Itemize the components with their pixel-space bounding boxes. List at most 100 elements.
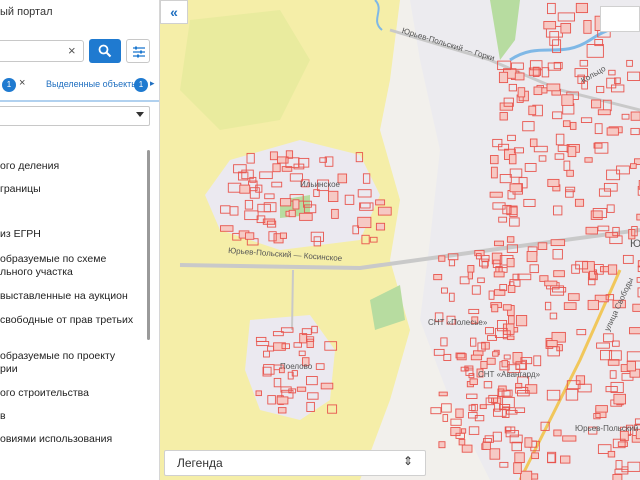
land-parcel[interactable]	[547, 178, 560, 187]
land-parcel[interactable]	[520, 470, 533, 480]
land-parcel[interactable]	[607, 450, 616, 458]
filter-settings-button[interactable]	[126, 39, 150, 63]
land-parcel[interactable]	[486, 357, 496, 365]
map-canvas[interactable]: Юрьев-Польский — Горки Юрьев-Польский — …	[160, 0, 640, 480]
land-parcel[interactable]	[574, 198, 585, 207]
tabs-next-icon[interactable]: ▸	[150, 78, 155, 89]
land-parcel[interactable]	[515, 315, 528, 327]
land-parcel[interactable]	[507, 285, 516, 293]
land-parcel[interactable]	[490, 155, 499, 165]
land-parcel[interactable]	[612, 474, 623, 480]
land-parcel[interactable]	[461, 444, 473, 453]
land-parcel[interactable]	[296, 386, 307, 392]
land-parcel[interactable]	[306, 338, 314, 348]
land-parcel[interactable]	[569, 121, 577, 130]
land-parcel[interactable]	[533, 86, 543, 96]
layer-item[interactable]: выставленные на аукцион	[0, 290, 128, 303]
land-parcel[interactable]	[507, 335, 515, 341]
land-parcel[interactable]	[560, 455, 571, 464]
land-parcel[interactable]	[606, 127, 619, 136]
land-parcel[interactable]	[458, 439, 466, 446]
land-parcel[interactable]	[630, 111, 640, 121]
land-parcel[interactable]	[560, 23, 572, 34]
land-parcel[interactable]	[514, 72, 525, 81]
search-button[interactable]	[89, 39, 121, 63]
land-parcel[interactable]	[508, 154, 517, 165]
land-parcel[interactable]	[438, 441, 446, 449]
land-parcel[interactable]	[375, 199, 386, 206]
land-parcel[interactable]	[595, 405, 608, 413]
land-parcel[interactable]	[537, 242, 548, 250]
land-parcel[interactable]	[467, 265, 475, 273]
land-parcel[interactable]	[562, 120, 571, 128]
land-parcel[interactable]	[470, 354, 483, 361]
land-parcel[interactable]	[605, 232, 619, 238]
land-parcel[interactable]	[292, 199, 300, 210]
land-parcel[interactable]	[583, 20, 592, 34]
land-parcel[interactable]	[489, 448, 501, 460]
land-parcel[interactable]	[442, 414, 449, 422]
land-parcel[interactable]	[539, 275, 549, 282]
land-parcel[interactable]	[450, 418, 462, 426]
land-parcel[interactable]	[455, 408, 464, 418]
expand-collapse-icon[interactable]: ⇕	[403, 454, 413, 468]
land-parcel[interactable]	[490, 166, 498, 179]
layer-item[interactable]: овиями использования	[0, 433, 112, 446]
layer-list-scrollbar[interactable]	[147, 150, 150, 340]
land-parcel[interactable]	[584, 157, 593, 163]
land-parcel[interactable]	[632, 303, 640, 312]
land-parcel[interactable]	[501, 360, 509, 368]
land-parcel[interactable]	[531, 452, 539, 460]
land-parcel[interactable]	[491, 304, 499, 313]
land-parcel[interactable]	[320, 382, 334, 390]
land-parcel[interactable]	[220, 225, 234, 232]
tab-selected-objects[interactable]: Выделенные объекты	[46, 79, 138, 89]
land-parcel[interactable]	[375, 222, 386, 231]
land-parcel[interactable]	[239, 184, 251, 194]
land-parcel[interactable]	[544, 280, 558, 287]
land-parcel[interactable]	[288, 209, 296, 218]
land-parcel[interactable]	[276, 396, 289, 405]
land-parcel[interactable]	[543, 21, 557, 30]
land-parcel[interactable]	[438, 391, 448, 397]
land-parcel[interactable]	[597, 109, 611, 116]
land-parcel[interactable]	[528, 105, 537, 116]
land-parcel[interactable]	[561, 94, 574, 106]
land-parcel[interactable]	[377, 206, 392, 216]
land-parcel[interactable]	[506, 258, 515, 268]
land-parcel[interactable]	[582, 261, 595, 273]
land-parcel[interactable]	[480, 360, 488, 369]
land-parcel[interactable]	[591, 99, 602, 109]
land-parcel[interactable]	[498, 71, 509, 84]
land-parcel[interactable]	[546, 340, 558, 347]
land-parcel[interactable]	[467, 271, 473, 280]
land-parcel[interactable]	[299, 212, 313, 221]
layer-item[interactable]: ого строительства	[0, 387, 89, 400]
land-parcel[interactable]	[509, 183, 523, 193]
land-parcel[interactable]	[279, 232, 287, 239]
land-parcel[interactable]	[245, 232, 255, 240]
land-parcel[interactable]	[630, 163, 637, 169]
land-parcel[interactable]	[508, 315, 515, 325]
land-parcel[interactable]	[617, 441, 628, 447]
land-parcel[interactable]	[550, 239, 566, 247]
land-parcel[interactable]	[562, 435, 577, 442]
land-parcel[interactable]	[563, 302, 577, 310]
land-parcel[interactable]	[272, 163, 281, 173]
land-parcel[interactable]	[460, 428, 467, 434]
layer-item[interactable]: льного участка	[0, 266, 73, 279]
land-parcel[interactable]	[575, 2, 588, 14]
land-parcel[interactable]	[553, 270, 565, 278]
layer-item[interactable]: в	[0, 410, 6, 423]
land-parcel[interactable]	[492, 351, 499, 357]
land-parcel[interactable]	[482, 441, 491, 450]
close-tab-icon[interactable]: ×	[19, 77, 25, 89]
land-parcel[interactable]	[494, 240, 504, 247]
layer-item[interactable]: из ЕГРН	[0, 228, 41, 241]
layer-item[interactable]: рии	[0, 363, 18, 376]
land-parcel[interactable]	[269, 151, 278, 161]
land-parcel[interactable]	[513, 462, 522, 474]
land-parcel[interactable]	[514, 452, 525, 463]
land-parcel[interactable]	[502, 323, 515, 335]
layer-group-select[interactable]	[0, 106, 150, 126]
